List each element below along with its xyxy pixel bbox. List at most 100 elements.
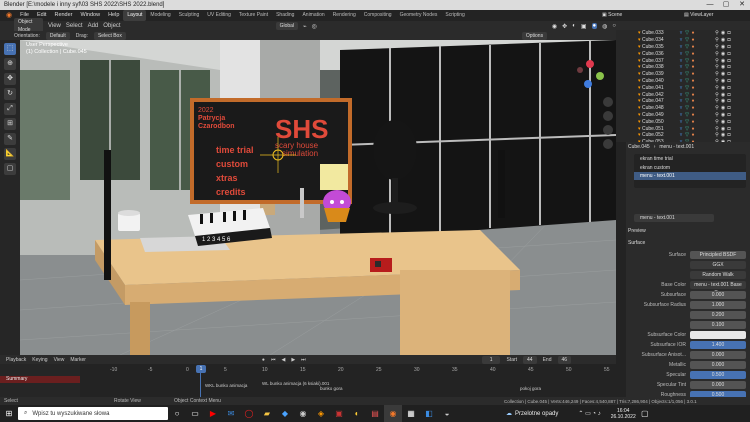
tab-shading[interactable]: Shading	[272, 10, 298, 21]
menu-window[interactable]: Window	[77, 10, 105, 21]
steam-icon[interactable]: ◉	[294, 405, 312, 422]
outliner-row[interactable]: ▾ Cube.038 ▿ ▽ ● ⚲ ◉ ◘	[616, 64, 750, 71]
transform-orientation-dropdown[interactable]: Global	[275, 22, 299, 30]
property-value-field[interactable]	[690, 331, 746, 339]
app-icon-2[interactable]: ◈	[312, 405, 330, 422]
orientation-dropdown[interactable]: Default	[45, 31, 70, 40]
measure-tool-icon[interactable]: 📐	[4, 148, 16, 160]
camera-icon[interactable]: ◘	[726, 98, 732, 104]
camera-icon[interactable]: ◘	[726, 44, 732, 50]
material-slot-list[interactable]: ekran time trial ekran custom menu - tex…	[634, 154, 746, 188]
outliner-row[interactable]: ▾ Cube.035 ▿ ▽ ● ⚲ ◉ ◘	[616, 44, 750, 51]
play-reverse-icon[interactable]: ◀	[281, 357, 285, 363]
app-icon-7[interactable]: ◧	[420, 405, 438, 422]
property-value-field[interactable]: 1.400	[690, 341, 746, 349]
timeline-marker-3[interactable]: bunko gora	[320, 386, 343, 391]
timeline-marker-1[interactable]: WKL bunko animacja	[205, 383, 247, 388]
base-color-field[interactable]: menu - text.001 Base C...	[690, 281, 746, 296]
marker-menu[interactable]: Marker	[70, 357, 86, 363]
select-menu[interactable]: Select	[66, 23, 83, 29]
surface-panel[interactable]: Surface	[628, 240, 645, 246]
tab-scripting[interactable]: Scripting	[441, 10, 468, 21]
outliner-row[interactable]: ▾ Cube.052 ▿ ▽ ● ⚲ ◉ ◘	[616, 132, 750, 139]
add-menu[interactable]: Add	[88, 23, 99, 29]
jump-end-icon[interactable]: ⏭	[301, 357, 306, 363]
tab-layout[interactable]: Layout	[123, 10, 147, 21]
view-menu[interactable]: View	[48, 23, 61, 29]
play-icon[interactable]: ▶	[291, 357, 295, 363]
explorer-icon[interactable]: ▰	[258, 405, 276, 422]
menu-help[interactable]: Help	[104, 10, 123, 21]
maximize-button[interactable]: ▢	[718, 0, 734, 10]
camera-icon[interactable]: ◘	[726, 119, 732, 125]
camera-icon[interactable]: ◘	[726, 112, 732, 118]
timeline-marker-4[interactable]: pokoj gora	[520, 386, 541, 391]
camera-icon[interactable]: ◘	[726, 51, 732, 57]
cursor-tool-icon[interactable]: ⊕	[4, 58, 16, 70]
playback-menu[interactable]: Playback	[6, 357, 26, 363]
end-frame-field[interactable]: 46	[557, 355, 572, 364]
scene-selector[interactable]: ▣ Scene	[598, 10, 626, 21]
record-icon[interactable]: ●	[262, 357, 265, 363]
taskbar-search[interactable]: ⌕ Wpisz tu wyszukiwane słowa	[18, 407, 168, 420]
outliner-row[interactable]: ▾ Cube.047 ▿ ▽ ● ⚲ ◉ ◘	[616, 98, 750, 105]
outliner-row[interactable]: ▾ Cube.039 ▿ ▽ ● ⚲ ◉ ◘	[616, 71, 750, 78]
camera-icon[interactable]: ◘	[726, 132, 732, 138]
outliner-row[interactable]: ▾ Cube.036 ▿ ▽ ● ⚲ ◉ ◘	[616, 50, 750, 57]
close-button[interactable]: ✕	[734, 0, 750, 10]
system-tray[interactable]: ⌃ ▭ ◔ ♪	[578, 410, 600, 417]
camera-icon[interactable]: ◘	[726, 92, 732, 98]
annotate-tool-icon[interactable]: ✎	[4, 133, 16, 145]
app-icon-5[interactable]: ▤	[366, 405, 384, 422]
surface-shader-field[interactable]: Principled BSDF	[690, 251, 746, 259]
property-value-field[interactable]: 0.500	[690, 371, 746, 379]
visibility-icon[interactable]: ◉	[552, 23, 557, 30]
tab-rendering[interactable]: Rendering	[329, 10, 360, 21]
viewlayer-selector[interactable]: ▤ ViewLayer	[680, 10, 717, 21]
camera-icon[interactable]: ◘	[726, 126, 732, 132]
mail-icon[interactable]: ✉	[222, 405, 240, 422]
outliner-row[interactable]: ▾ Cube.040 ▿ ▽ ● ⚲ ◉ ◘	[616, 78, 750, 85]
outliner-row[interactable]: ▾ Cube.041 ▿ ▽ ● ⚲ ◉ ◘	[616, 84, 750, 91]
material-slot-2[interactable]: ekran custom	[634, 164, 746, 172]
xray-icon[interactable]: ▣	[581, 23, 587, 30]
tab-geometry-nodes[interactable]: Geometry Nodes	[396, 10, 442, 21]
snap-icon[interactable]: ⌁	[303, 23, 307, 30]
drag-dropdown[interactable]: Select Box	[93, 31, 126, 40]
app-icon-8[interactable]: ◒	[438, 405, 456, 422]
shading-solid-icon[interactable]: ●	[591, 23, 598, 29]
property-value-field[interactable]: 0.000	[690, 291, 746, 299]
start-icon[interactable]: ⊞	[0, 405, 18, 422]
timeline-view-menu[interactable]: View	[54, 357, 65, 363]
gizmo-icon[interactable]: ✥	[562, 23, 567, 30]
outliner-row[interactable]: ▾ Cube.034 ▿ ▽ ● ⚲ ◉ ◘	[616, 37, 750, 44]
minimize-button[interactable]: —	[702, 0, 718, 10]
youtube-icon[interactable]: ▶	[204, 405, 222, 422]
outliner-row[interactable]: ▾ Cube.051 ▿ ▽ ● ⚲ ◉ ◘	[616, 125, 750, 132]
tab-sculpting[interactable]: Sculpting	[175, 10, 204, 21]
property-value-field[interactable]: 0.200	[690, 311, 746, 319]
cortana-icon[interactable]: ○	[168, 405, 186, 422]
property-value-field[interactable]: 0.000	[690, 361, 746, 369]
material-slot-3[interactable]: menu - text.001	[634, 172, 746, 180]
weather-widget[interactable]: ☁ Przelotne opady	[506, 410, 558, 418]
outliner-row[interactable]: ▾ Cube.033 ▿ ▽ ● ⚲ ◉ ◘	[616, 30, 750, 37]
task-view-icon[interactable]: ▭	[186, 405, 204, 422]
tab-modeling[interactable]: Modeling	[146, 10, 174, 21]
shading-material-icon[interactable]: ◍	[602, 23, 607, 30]
current-frame-field[interactable]: 1	[481, 355, 501, 364]
material-selector[interactable]: menu - text.001	[634, 214, 714, 222]
camera-icon[interactable]: ◘	[726, 64, 732, 70]
camera-icon[interactable]: ◘	[726, 78, 732, 84]
select-box-tool-icon[interactable]: ⬚	[4, 43, 16, 55]
app-icon-3[interactable]: ▣	[330, 405, 348, 422]
camera-icon[interactable]: ◘	[726, 30, 732, 36]
start-frame-field[interactable]: 44	[523, 355, 537, 364]
tab-compositing[interactable]: Compositing	[360, 10, 396, 21]
summary-channel[interactable]: Summary	[0, 376, 80, 383]
add-cube-tool-icon[interactable]: ▢	[4, 163, 16, 175]
app-icon-6[interactable]: ▦	[402, 405, 420, 422]
outliner-row[interactable]: ▾ Cube.050 ▿ ▽ ● ⚲ ◉ ◘	[616, 118, 750, 125]
3d-viewport[interactable]: 2022 Patrycja Czarodbon SHS scary house …	[20, 40, 616, 355]
overlay-icon[interactable]: ◐	[572, 23, 576, 29]
